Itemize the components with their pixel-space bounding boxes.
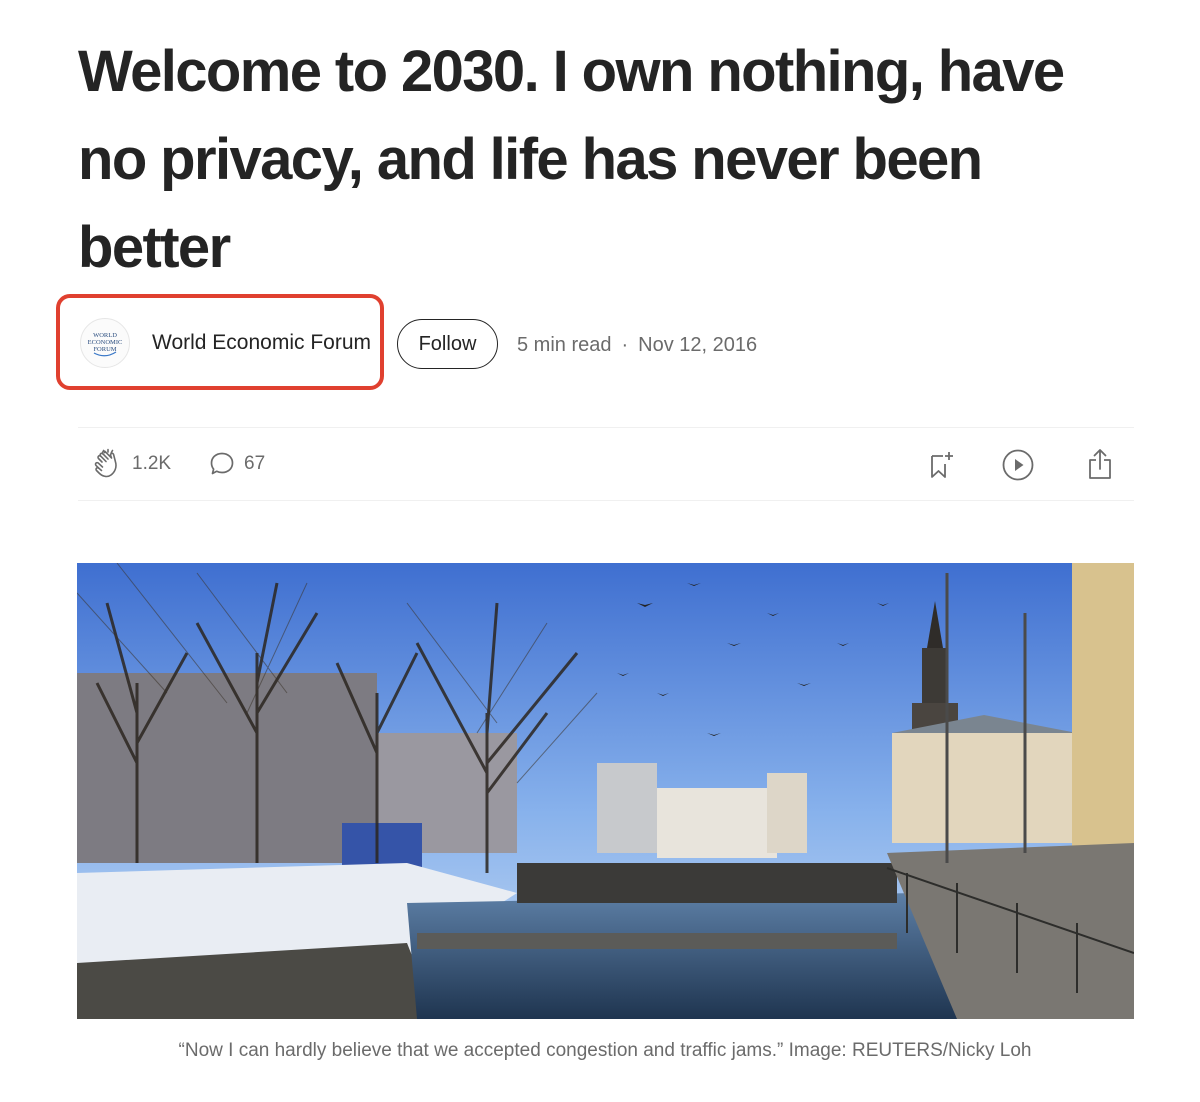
svg-text:ECONOMIC: ECONOMIC [88, 339, 123, 346]
hero-image [77, 563, 1134, 1019]
clap-button[interactable]: 1.2K [92, 448, 171, 480]
author-name-link[interactable]: World Economic Forum [152, 331, 371, 355]
read-time: 5 min read [517, 334, 612, 356]
article-meta: 5 min read · Nov 12, 2016 [517, 334, 757, 357]
comment-button[interactable]: 67 [208, 450, 265, 478]
publish-date: Nov 12, 2016 [638, 334, 758, 356]
wef-logo-icon: WORLD ECONOMIC FORUM [88, 332, 123, 357]
clap-icon [94, 448, 117, 478]
image-caption: “Now I can hardly believe that we accept… [178, 1040, 1032, 1061]
clap-count: 1.2K [132, 453, 172, 474]
svg-text:WORLD: WORLD [93, 332, 117, 339]
share-icon [1089, 449, 1111, 479]
listen-button[interactable] [1000, 447, 1036, 483]
share-button[interactable] [1082, 446, 1118, 482]
follow-button[interactable]: Follow [397, 319, 498, 369]
meta-separator: · [621, 334, 629, 356]
canal-city-photo [77, 563, 1134, 1019]
play-circle-icon [1002, 449, 1034, 481]
article-actions-bar: 1.2K 67 [78, 427, 1134, 501]
svg-text:FORUM: FORUM [93, 346, 116, 353]
comment-count: 67 [244, 453, 266, 474]
article-title: Welcome to 2030. I own nothing, have no … [78, 39, 1065, 280]
save-button[interactable] [922, 447, 958, 483]
comment-icon [210, 452, 234, 475]
bookmark-add-icon [931, 452, 953, 478]
author-avatar[interactable]: WORLD ECONOMIC FORUM [80, 318, 130, 368]
